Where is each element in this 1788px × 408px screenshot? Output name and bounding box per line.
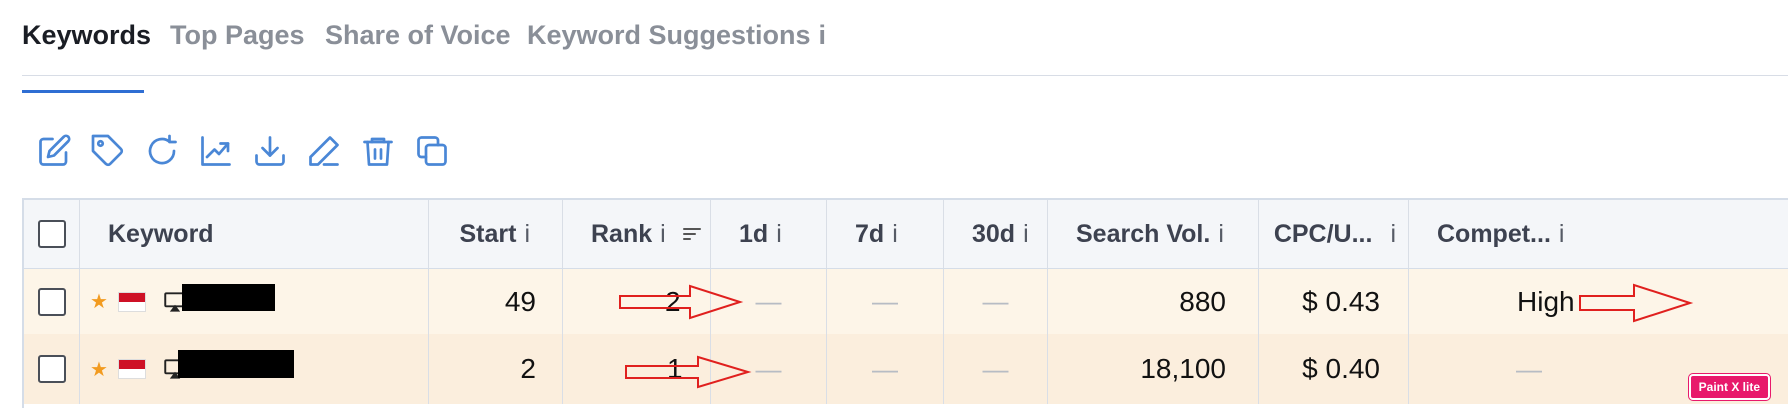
tab-keywords-label: Keywords: [22, 20, 152, 50]
row-select-cell: [24, 334, 80, 404]
header-7d[interactable]: 7d i: [827, 200, 944, 268]
annotation-arrow: [1579, 283, 1694, 323]
competition-text: High: [1517, 285, 1575, 317]
search-vol-value: 18,100: [1048, 334, 1259, 404]
flag-icon: [117, 291, 146, 312]
change-7d: —: [827, 334, 944, 404]
info-icon[interactable]: i: [819, 20, 827, 50]
header-keyword[interactable]: Keyword: [80, 200, 429, 268]
header-search-vol-label: Search Vol.: [1076, 219, 1211, 248]
start-value-text: 2: [520, 353, 536, 384]
header-keyword-label: Keyword: [108, 219, 214, 248]
info-icon[interactable]: i: [892, 220, 898, 249]
info-icon[interactable]: i: [1218, 220, 1224, 249]
change-30d: —: [944, 269, 1048, 334]
cpc-text: $ 0.40: [1302, 353, 1380, 384]
active-tab-underline: [22, 90, 144, 93]
tab-top-pages-label: Top Pages: [170, 20, 305, 50]
tab-keywords[interactable]: Keywords: [22, 20, 152, 93]
refresh-icon[interactable]: [144, 133, 180, 169]
watermark: Paint X lite: [1688, 374, 1770, 400]
change-1d-text: —: [755, 286, 782, 316]
info-icon[interactable]: i: [776, 220, 782, 249]
header-rank[interactable]: Rank i: [563, 200, 711, 268]
header-30d-label: 30d: [972, 219, 1016, 248]
download-icon[interactable]: [252, 133, 288, 169]
sort-icon[interactable]: [682, 224, 702, 244]
redacted-keyword: [178, 350, 294, 378]
change-7d-text: —: [872, 286, 898, 316]
tab-bar: Keywords Top Pages Share of Voice Keywor…: [22, 0, 1788, 93]
tab-keyword-suggestions[interactable]: Keyword Suggestions i: [527, 20, 826, 51]
header-competition[interactable]: Compet... i: [1409, 200, 1609, 268]
header-rank-label: Rank: [591, 219, 653, 248]
table-header-row: Keyword Start i Rank i 1d i 7d i 30d i Search…: [24, 200, 1788, 269]
change-1d-text: —: [755, 353, 782, 384]
info-icon[interactable]: i: [524, 220, 530, 249]
tag-icon[interactable]: [90, 133, 126, 169]
copy-icon[interactable]: [414, 133, 450, 169]
change-7d: —: [827, 269, 944, 334]
header-cpc-label: CPC/U...: [1273, 219, 1373, 248]
competition-text: —: [1516, 353, 1542, 384]
start-value: 2: [429, 334, 563, 404]
change-7d-text: —: [872, 353, 898, 384]
header-start[interactable]: Start i: [429, 200, 563, 268]
change-30d-text: —: [982, 353, 1009, 384]
info-icon[interactable]: i: [1023, 220, 1029, 249]
cpc-value: $ 0.40: [1259, 334, 1409, 404]
header-30d[interactable]: 30d i: [944, 200, 1048, 268]
keyword-cell: ★: [80, 334, 429, 404]
info-icon[interactable]: i: [660, 220, 666, 249]
tab-share-of-voice[interactable]: Share of Voice: [325, 20, 511, 51]
select-all-cell: [24, 200, 80, 268]
tab-keyword-suggestions-label: Keyword Suggestions: [527, 20, 811, 50]
header-cpc[interactable]: CPC/U... i: [1259, 200, 1409, 268]
annotation-arrow: [625, 355, 752, 389]
trash-icon[interactable]: [360, 133, 396, 169]
search-vol-value: 880: [1048, 269, 1259, 334]
cpc-text: $ 0.43: [1302, 285, 1380, 317]
star-icon[interactable]: ★: [90, 289, 108, 314]
start-value-text: 49: [504, 285, 536, 317]
header-1d[interactable]: 1d i: [711, 200, 827, 268]
tab-share-of-voice-label: Share of Voice: [325, 20, 511, 50]
start-value: 49: [429, 269, 563, 334]
competition-value: —: [1409, 334, 1609, 404]
info-icon[interactable]: i: [1559, 220, 1565, 249]
redacted-keyword: [182, 284, 275, 311]
header-search-vol[interactable]: Search Vol. i: [1048, 200, 1259, 268]
info-icon[interactable]: i: [1390, 220, 1396, 249]
annotation-arrow: [619, 284, 744, 320]
change-30d: —: [944, 334, 1048, 404]
change-30d-text: —: [982, 286, 1009, 316]
header-1d-label: 1d: [739, 219, 769, 248]
edit-icon[interactable]: [36, 133, 72, 169]
row-checkbox[interactable]: [38, 287, 66, 316]
flag-icon: [117, 359, 146, 379]
table-row[interactable]: ★ 2 1 — — — 18,100 $ 0.40 —: [24, 334, 1788, 404]
trend-chart-icon[interactable]: [198, 133, 234, 169]
header-7d-label: 7d: [855, 219, 885, 248]
row-select-cell: [24, 269, 80, 334]
cpc-value: $ 0.43: [1259, 269, 1409, 334]
keyword-cell: ★: [80, 269, 429, 334]
header-competition-label: Compet...: [1437, 219, 1551, 248]
tab-top-pages[interactable]: Top Pages: [170, 20, 305, 51]
header-start-label: Start: [459, 219, 517, 248]
search-vol-text: 880: [1179, 285, 1226, 317]
table-row[interactable]: ★ 49 2 — — — 880 $ 0.43 High: [24, 269, 1788, 334]
keywords-table: Keyword Start i Rank i 1d i 7d i 30d i Search…: [22, 198, 1788, 408]
star-icon[interactable]: ★: [90, 357, 108, 382]
search-vol-text: 18,100: [1140, 353, 1226, 384]
pencil-icon[interactable]: [306, 133, 342, 169]
row-checkbox[interactable]: [38, 355, 66, 383]
select-all-checkbox[interactable]: [38, 220, 66, 248]
